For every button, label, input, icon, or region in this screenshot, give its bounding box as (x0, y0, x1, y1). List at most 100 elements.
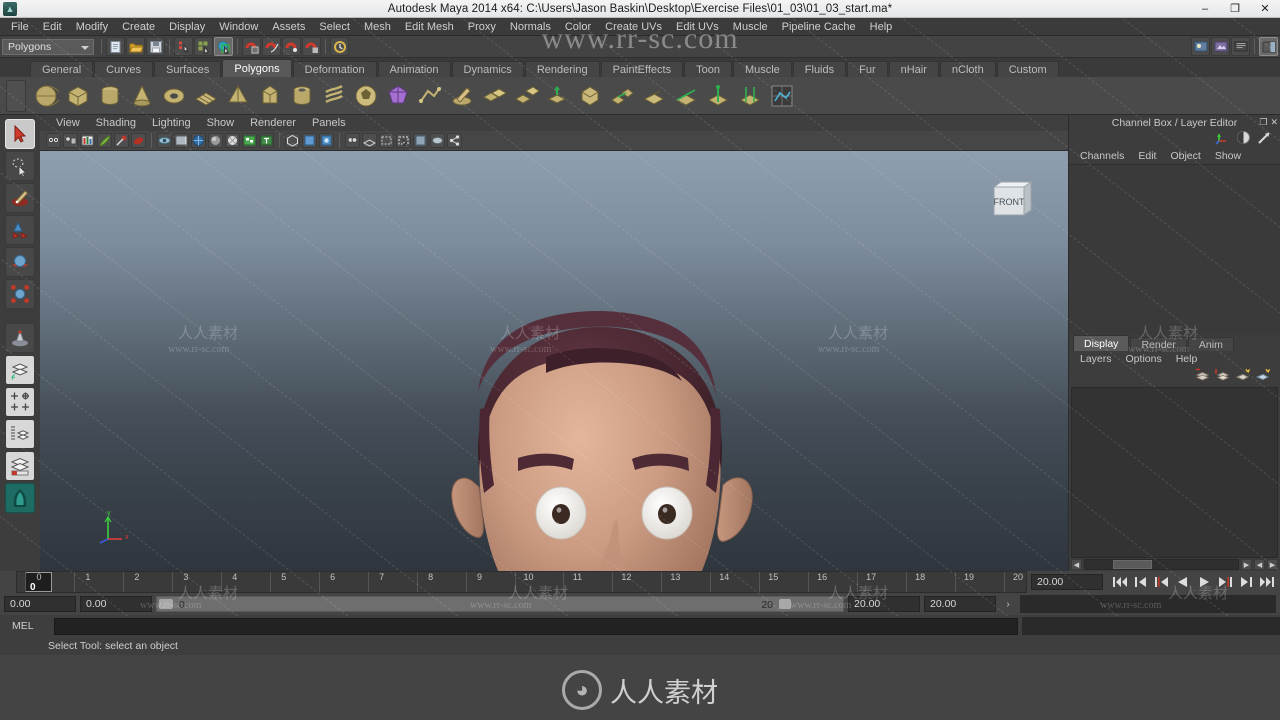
menu-item-edit[interactable]: Edit (36, 18, 69, 36)
add-keyframe-icon[interactable] (114, 133, 129, 148)
channel-box-settings-icon[interactable] (1257, 130, 1272, 148)
viewport-menu-view[interactable]: View (48, 115, 88, 131)
render-settings-button[interactable] (1231, 37, 1250, 56)
menu-item-display[interactable]: Display (162, 18, 212, 36)
menu-item-muscle[interactable]: Muscle (726, 18, 775, 36)
insert-edge-loop-icon[interactable] (704, 82, 732, 110)
snap-to-view-plane-button[interactable] (302, 37, 321, 56)
attribute-editor-icon[interactable] (80, 133, 95, 148)
snap-to-curve-button[interactable] (262, 37, 281, 56)
soccer-ball-icon[interactable] (352, 82, 380, 110)
shelf-tab-fluids[interactable]: Fluids (792, 61, 847, 77)
bridge-icon[interactable] (608, 82, 636, 110)
mel-label[interactable]: MEL (12, 620, 50, 632)
time-slider[interactable]: 0 0 1 2 3 4 5 6 7 8 9 10 11 12 13 14 15 16 17 18 19 20 (16, 571, 1027, 593)
menu-item-assets[interactable]: Assets (265, 18, 312, 36)
snap-to-grid-button[interactable] (242, 37, 261, 56)
xray-joints-icon[interactable] (430, 133, 445, 148)
lighting-icon[interactable] (242, 133, 257, 148)
playback-options-icon[interactable]: › (1000, 599, 1016, 610)
scroll-track[interactable] (1084, 559, 1239, 570)
character-head-model[interactable] (40, 151, 1060, 571)
step-back-frame-button[interactable] (1153, 574, 1171, 590)
select-by-component-type-button[interactable] (214, 37, 233, 56)
close-icon[interactable]: ✕ (1270, 117, 1278, 128)
wireframe-shading-icon[interactable] (191, 133, 206, 148)
grid-display-icon[interactable] (362, 133, 377, 148)
view-cube[interactable]: FRONT (990, 179, 1036, 221)
viewport-menu-shading[interactable]: Shading (88, 115, 144, 131)
ipr-render-button[interactable] (1211, 37, 1230, 56)
lock-camera-icon[interactable] (63, 133, 78, 148)
helix-icon[interactable] (320, 82, 348, 110)
menu-item-select[interactable]: Select (312, 18, 357, 36)
xray-icon[interactable] (174, 133, 189, 148)
layout-hypershade-button[interactable] (5, 483, 35, 513)
play-forwards-button[interactable] (1195, 574, 1213, 590)
shelf-options-handle[interactable] (6, 80, 26, 112)
menu-item-mesh[interactable]: Mesh (357, 18, 398, 36)
uv-editor-icon[interactable] (768, 82, 796, 110)
shelf-tab-dynamics[interactable]: Dynamics (451, 61, 524, 77)
move-tool-button[interactable] (5, 215, 35, 245)
paint-selection-tool-button[interactable] (5, 183, 35, 213)
isolate-select-icon[interactable] (157, 133, 172, 148)
select-camera-icon[interactable] (46, 133, 61, 148)
menu-item-window[interactable]: Window (212, 18, 265, 36)
channelbox-menu-channels[interactable]: Channels (1073, 148, 1131, 164)
layer-scrollbar[interactable]: ◀ ▶ ◀ ▶ (1069, 558, 1280, 571)
menu-item-normals[interactable]: Normals (503, 18, 558, 36)
sculpt-geometry-icon[interactable] (448, 82, 476, 110)
menu-item-edit-uvs[interactable]: Edit UVs (669, 18, 726, 36)
cube-icon[interactable] (64, 82, 92, 110)
text-display-icon[interactable] (259, 133, 274, 148)
shelf-tab-general[interactable]: General (30, 61, 94, 77)
split-poly-icon[interactable] (672, 82, 700, 110)
new-layer-icon[interactable] (1195, 367, 1210, 385)
attribute-display-icon[interactable] (1236, 130, 1251, 148)
range-right-handle[interactable] (779, 599, 791, 609)
step-forward-frame-button[interactable] (1216, 574, 1234, 590)
range-start-field[interactable]: 0.00 (80, 596, 152, 612)
range-end-field[interactable]: 20.00 (848, 596, 920, 612)
prism-icon[interactable] (256, 82, 284, 110)
ao-icon[interactable] (302, 133, 317, 148)
shelf-tab-fur[interactable]: Fur (847, 61, 888, 77)
paint-effects-icon[interactable] (97, 133, 112, 148)
combine-icon[interactable] (480, 82, 508, 110)
menu-item-modify[interactable]: Modify (69, 18, 115, 36)
layer-tab-render[interactable]: Render (1130, 336, 1187, 351)
shelf-tab-polygons[interactable]: Polygons (222, 59, 292, 77)
scroll-left-icon[interactable]: ◀ (1071, 559, 1082, 570)
shelf-tab-surfaces[interactable]: Surfaces (153, 61, 222, 77)
menu-set-dropdown[interactable]: Polygons (2, 38, 94, 55)
smooth-shading-icon[interactable] (208, 133, 223, 148)
menu-item-color[interactable]: Color (558, 18, 598, 36)
scroll-up-icon[interactable]: ◀ (1254, 559, 1265, 570)
menu-item-pipeline-cache[interactable]: Pipeline Cache (775, 18, 863, 36)
playback-speed-slot[interactable] (1020, 595, 1276, 613)
script-editor-slot[interactable] (1022, 617, 1280, 635)
undock-icon[interactable]: ❐ (1259, 117, 1267, 128)
bevel-icon[interactable] (576, 82, 604, 110)
shelf-tab-custom[interactable]: Custom (996, 61, 1059, 77)
channelbox-menu-object[interactable]: Object (1163, 148, 1207, 164)
head-up-display-icon[interactable] (345, 133, 360, 148)
menu-item-create-uvs[interactable]: Create UVs (598, 18, 669, 36)
step-back-key-button[interactable] (1132, 574, 1150, 590)
save-scene-button[interactable] (146, 37, 165, 56)
manipulator-icon[interactable] (1215, 130, 1230, 148)
shelf-tab-painteffects[interactable]: PaintEffects (600, 61, 684, 77)
pyramid-icon[interactable] (224, 82, 252, 110)
layer-tab-anim[interactable]: Anim (1187, 336, 1234, 351)
motionblur-icon[interactable] (319, 133, 334, 148)
smooth-preview-icon[interactable] (413, 133, 428, 148)
layer-menu-layers[interactable]: Layers (1073, 353, 1119, 365)
go-to-start-button[interactable] (1111, 574, 1129, 590)
sidebar-toggle-button[interactable] (1259, 37, 1278, 56)
menu-item-create[interactable]: Create (115, 18, 162, 36)
scale-tool-button[interactable] (5, 279, 35, 309)
menu-item-proxy[interactable]: Proxy (461, 18, 503, 36)
scroll-right-icon[interactable]: ▶ (1241, 559, 1252, 570)
go-to-end-button[interactable] (1258, 574, 1276, 590)
